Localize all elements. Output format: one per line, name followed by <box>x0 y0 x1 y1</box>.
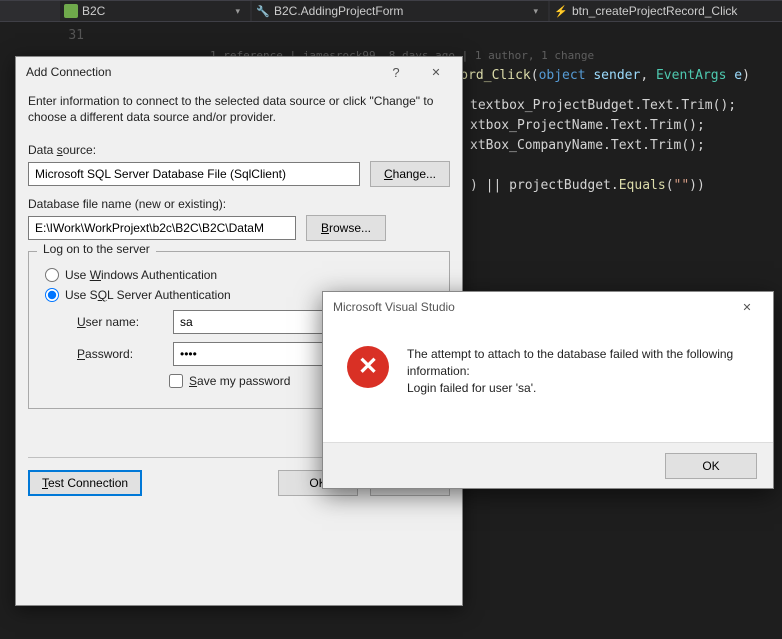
csharp-icon <box>64 4 78 18</box>
error-dialog: Microsoft Visual Studio ✕ The attempt to… <box>322 291 774 489</box>
code-token: object <box>539 68 586 83</box>
code-token: "" <box>674 178 690 193</box>
wrench-icon <box>256 4 270 18</box>
error-icon: ✕ <box>347 346 389 388</box>
chevron-down-icon: ▾ <box>525 6 538 17</box>
sql-auth-radio[interactable] <box>45 288 59 302</box>
close-icon[interactable] <box>416 60 456 84</box>
save-password-label: Save my password <box>189 374 290 388</box>
logon-group-title: Log on to the server <box>37 242 156 256</box>
datasource-label: Data source: <box>28 143 450 157</box>
breadcrumb: B2C ▾ B2C.AddingProjectForm ▾ btn_create… <box>0 0 782 22</box>
code-token: )) <box>689 178 705 193</box>
dialog-title: Add Connection <box>26 65 376 79</box>
dbfile-field[interactable] <box>28 216 296 240</box>
close-icon[interactable] <box>727 295 767 319</box>
chevron-down-icon: ▾ <box>227 6 240 17</box>
breadcrumb-project-label: B2C <box>82 4 105 18</box>
code-token: ) || projectBudget. <box>470 178 619 193</box>
breadcrumb-method-label: btn_createProjectRecord_Click <box>572 4 737 18</box>
password-label: Password: <box>77 347 163 361</box>
lightning-icon <box>554 4 568 18</box>
test-connection-button[interactable]: Test Connection <box>28 470 142 496</box>
username-label: User name: <box>77 315 163 329</box>
code-token: EventArgs <box>656 68 726 83</box>
code-token: sender <box>593 68 640 83</box>
error-titlebar: Microsoft Visual Studio <box>323 292 773 322</box>
datasource-field <box>28 162 360 186</box>
error-message-line1: The attempt to attach to the database fa… <box>407 346 755 380</box>
code-token: e <box>734 68 742 83</box>
help-icon[interactable] <box>376 60 416 84</box>
error-message-line2: Login failed for user 'sa'. <box>407 380 755 397</box>
error-ok-button[interactable]: OK <box>665 453 757 479</box>
breadcrumb-class-label: B2C.AddingProjectForm <box>274 4 403 18</box>
code-token: Equals <box>619 178 666 193</box>
dialog-instructions: Enter information to connect to the sele… <box>28 93 450 125</box>
windows-auth-label: Use Windows Authentication <box>65 268 217 282</box>
change-button[interactable]: Change... <box>370 161 450 187</box>
dialog-titlebar: Add Connection <box>16 57 462 87</box>
dbfile-label: Database file name (new or existing): <box>28 197 450 211</box>
breadcrumb-method[interactable]: btn_createProjectRecord_Click <box>550 1 782 21</box>
breadcrumb-class[interactable]: B2C.AddingProjectForm ▾ <box>252 1 548 21</box>
browse-button[interactable]: Browse... <box>306 215 386 241</box>
error-dialog-title: Microsoft Visual Studio <box>333 300 727 314</box>
breadcrumb-project[interactable]: B2C ▾ <box>60 1 250 21</box>
windows-auth-radio[interactable] <box>45 268 59 282</box>
save-password-checkbox[interactable] <box>169 374 183 388</box>
sql-auth-label: Use SQL Server Authentication <box>65 288 231 302</box>
line-number: 31 <box>0 26 102 46</box>
